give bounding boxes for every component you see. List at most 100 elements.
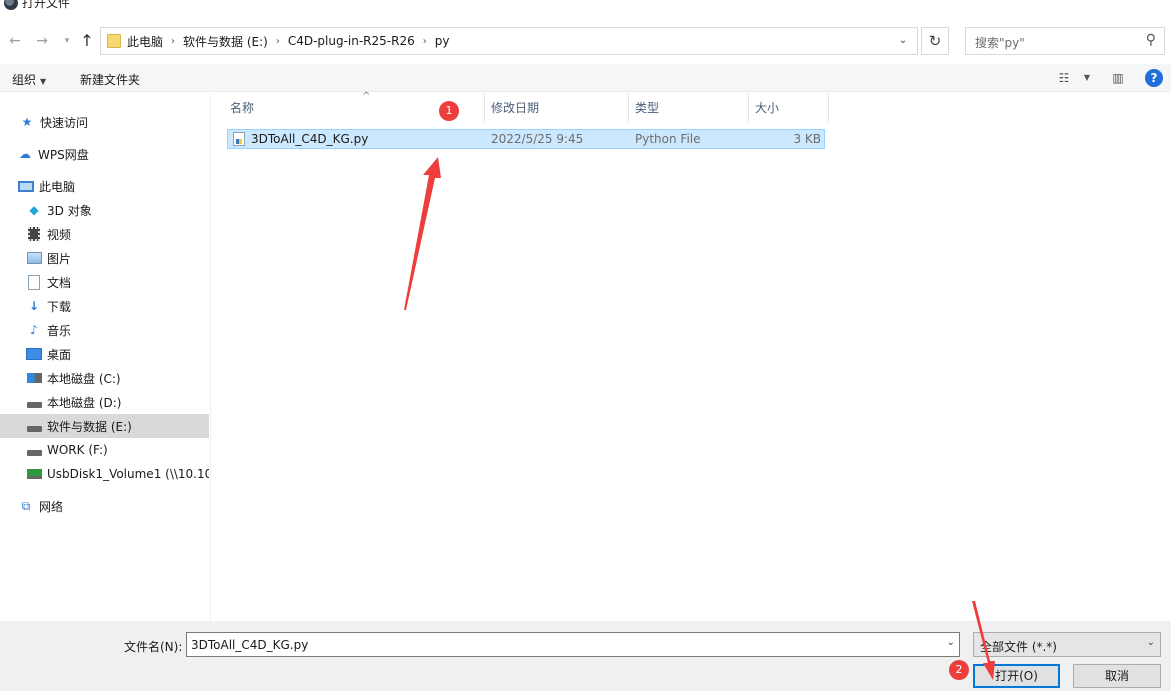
- drive-icon: [26, 394, 42, 410]
- music-icon: ♪: [30, 323, 38, 337]
- sidebar-item-label: 网络: [39, 499, 64, 514]
- breadcrumb-item[interactable]: py: [435, 34, 450, 48]
- view-options-icon[interactable]: ☷: [1055, 71, 1073, 85]
- sort-ascending-icon: ^: [362, 91, 371, 102]
- cloud-icon: ☁: [19, 147, 31, 161]
- sidebar-item-label: 下载: [47, 299, 72, 314]
- sidebar-item-label: WORK (F:): [47, 443, 108, 457]
- up-arrow-icon[interactable]: ↑: [78, 32, 96, 50]
- sidebar-item-drive-e[interactable]: 软件与数据 (E:): [0, 414, 209, 438]
- breadcrumb-separator-icon[interactable]: ›: [423, 36, 427, 47]
- file-type-value: 全部文件 (*.*): [980, 640, 1057, 654]
- sidebar-item-label: 快速访问: [40, 115, 89, 130]
- download-icon: ↓: [28, 299, 40, 313]
- sidebar-item-usb-network-drive[interactable]: UsbDisk1_Volume1 (\\10.10.: [0, 462, 209, 486]
- chevron-down-icon: ▼: [40, 77, 47, 86]
- annotation-badge-2: 2: [949, 660, 969, 680]
- view-dropdown-chevron-icon[interactable]: ▼: [1078, 71, 1096, 85]
- breadcrumb: 此电脑 › 软件与数据 (E:) › C4D-plug-in-R25-R26 ›…: [127, 28, 449, 54]
- column-header-label: 类型: [635, 101, 660, 115]
- new-folder-button[interactable]: 新建文件夹: [80, 71, 140, 88]
- address-dropdown-chevron-icon[interactable]: ⌄: [895, 32, 911, 50]
- window-title: 打开文件: [22, 0, 71, 10]
- preview-pane-icon[interactable]: ▥: [1109, 71, 1127, 85]
- filename-dropdown-chevron-icon[interactable]: ⌄: [947, 637, 955, 648]
- sidebar-item-label: 视频: [47, 227, 72, 242]
- file-list: 名称 ^ 修改日期 类型 大小 3DToAll_C4D_KG.py 2022/5…: [212, 91, 1171, 621]
- search-icon[interactable]: ⚲: [1146, 32, 1156, 48]
- filename-input[interactable]: 3DToAll_C4D_KG.py ⌄: [186, 632, 960, 657]
- organize-button[interactable]: 组织 ▼: [12, 71, 46, 88]
- file-row-selected[interactable]: 3DToAll_C4D_KG.py 2022/5/25 9:45 Python …: [227, 129, 825, 149]
- system-drive-icon: [26, 370, 42, 386]
- sidebar-item-documents[interactable]: 文档: [0, 270, 209, 294]
- open-button[interactable]: 打开(O): [973, 664, 1060, 688]
- file-name: 3DToAll_C4D_KG.py: [251, 132, 369, 146]
- sidebar-item-label: 3D 对象: [47, 203, 92, 218]
- sidebar-item-downloads[interactable]: ↓ 下载: [0, 294, 209, 318]
- sidebar-item-pictures[interactable]: 图片: [0, 246, 209, 270]
- column-header-size[interactable]: 大小: [749, 93, 829, 123]
- drive-icon: [26, 418, 42, 434]
- open-file-dialog: 打开文件 ← → ▾ ↑ 此电脑 › 软件与数据 (E:) › C4D-plug…: [0, 0, 1171, 691]
- sidebar-item-drive-f[interactable]: WORK (F:): [0, 438, 209, 462]
- organize-label: 组织: [12, 73, 37, 87]
- cancel-button[interactable]: 取消: [1073, 664, 1161, 688]
- search-placeholder: 搜索"py": [975, 36, 1025, 50]
- filename-label: 文件名(N):: [124, 640, 183, 654]
- sidebar-item-label: 桌面: [47, 347, 72, 362]
- sidebar-item-drive-c[interactable]: 本地磁盘 (C:): [0, 366, 209, 390]
- sidebar-item-music[interactable]: ♪ 音乐: [0, 318, 209, 342]
- app-icon: [4, 0, 18, 10]
- file-type-select[interactable]: 全部文件 (*.*) ⌄: [973, 632, 1161, 657]
- sidebar-item-videos[interactable]: 视频: [0, 222, 209, 246]
- sidebar-item-label: 此电脑: [39, 179, 76, 194]
- column-header-label: 修改日期: [491, 101, 540, 115]
- breadcrumb-item[interactable]: C4D-plug-in-R25-R26: [288, 34, 415, 48]
- annotation-badge-1: 1: [439, 101, 459, 121]
- sidebar-item-label: 图片: [47, 251, 72, 266]
- cube-icon: ◆: [29, 203, 39, 217]
- back-arrow-icon[interactable]: ←: [6, 32, 24, 50]
- sidebar-item-wps-cloud[interactable]: ☁ WPS网盘: [0, 142, 209, 166]
- sidebar-item-label: 文档: [47, 275, 72, 290]
- sidebar-item-label: 软件与数据 (E:): [47, 419, 132, 434]
- breadcrumb-separator-icon[interactable]: ›: [276, 36, 280, 47]
- sidebar-item-this-pc[interactable]: 此电脑: [0, 174, 209, 198]
- sidebar-item-3d-objects[interactable]: ◆ 3D 对象: [0, 198, 209, 222]
- search-input[interactable]: 搜索"py" ⚲: [965, 27, 1165, 55]
- breadcrumb-item[interactable]: 软件与数据 (E:): [183, 33, 268, 50]
- file-size: 3 KB: [793, 132, 821, 146]
- column-header-label: 名称: [230, 101, 255, 115]
- sidebar-item-label: UsbDisk1_Volume1 (\\10.10.: [47, 467, 209, 481]
- column-header-type[interactable]: 类型: [629, 93, 749, 123]
- sidebar-item-network[interactable]: ⧉ 网络: [0, 494, 209, 518]
- picture-icon: [26, 250, 42, 266]
- command-toolbar: 组织 ▼ 新建文件夹 ☷ ▼ ▥ ?: [0, 64, 1171, 92]
- dialog-footer: 文件名(N): 3DToAll_C4D_KG.py ⌄ 全部文件 (*.*) ⌄…: [0, 621, 1171, 691]
- document-icon: [26, 274, 42, 290]
- computer-icon: [18, 178, 34, 194]
- help-icon[interactable]: ?: [1145, 69, 1163, 87]
- refresh-icon[interactable]: ↻: [921, 27, 949, 55]
- title-bar: 打开文件: [0, 0, 1171, 12]
- sidebar-item-desktop[interactable]: 桌面: [0, 342, 209, 366]
- breadcrumb-item[interactable]: 此电脑: [127, 33, 163, 50]
- recent-locations-chevron-icon[interactable]: ▾: [58, 32, 76, 50]
- column-header-modified[interactable]: 修改日期: [485, 93, 629, 123]
- navigation-pane: ★ 快速访问 ☁ WPS网盘 此电脑 ◆ 3D 对象 视频 图片 文档 ↓ 下载 ♪ 音乐…: [0, 93, 211, 621]
- breadcrumb-separator-icon[interactable]: ›: [171, 36, 175, 47]
- video-icon: [26, 226, 42, 242]
- file-type-chevron-icon: ⌄: [1146, 637, 1155, 648]
- file-modified: 2022/5/25 9:45: [491, 132, 584, 146]
- sidebar-item-drive-d[interactable]: 本地磁盘 (D:): [0, 390, 209, 414]
- forward-arrow-icon[interactable]: →: [33, 32, 51, 50]
- address-bar[interactable]: 此电脑 › 软件与数据 (E:) › C4D-plug-in-R25-R26 ›…: [100, 27, 918, 55]
- star-icon: ★: [21, 115, 33, 129]
- desktop-icon: [26, 346, 42, 362]
- sidebar-item-quick-access[interactable]: ★ 快速访问: [0, 110, 209, 134]
- network-icon: ⧉: [21, 498, 31, 513]
- drive-icon: [26, 442, 42, 458]
- sidebar-item-label: 音乐: [47, 323, 72, 338]
- sidebar-item-label: 本地磁盘 (D:): [47, 395, 122, 410]
